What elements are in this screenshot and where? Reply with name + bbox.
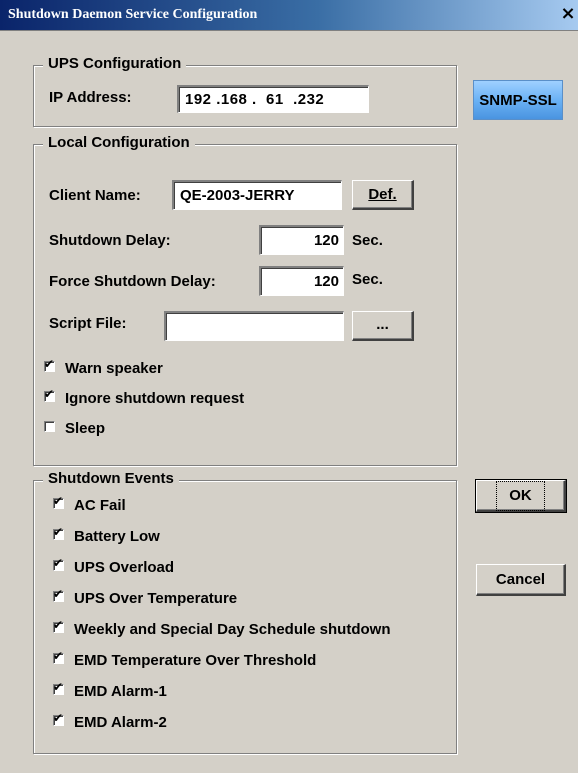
checkbox-box[interactable]: ✔ [53, 711, 64, 726]
ip-address-field[interactable]: 192 .168 . 61 .232 [177, 85, 369, 113]
checkmark-icon: ✔ [53, 618, 64, 632]
local-option-label: Ignore shutdown request [65, 390, 245, 407]
checkbox-box[interactable]: ✔ [53, 556, 64, 571]
shutdown-event-label: UPS Overload [74, 559, 175, 576]
checkmark-icon: ✔ [53, 494, 64, 508]
close-icon[interactable]: × [558, 4, 578, 24]
force-shutdown-delay-unit: Sec. [352, 271, 383, 288]
shutdown-event-label: UPS Over Temperature [74, 590, 238, 607]
local-option-label: Warn speaker [65, 360, 163, 377]
script-file-label: Script File: [49, 315, 127, 332]
cancel-button[interactable]: Cancel [476, 564, 566, 596]
shutdown-event-label: AC Fail [74, 497, 126, 514]
checkmark-icon: ✔ [53, 711, 64, 725]
def-button[interactable]: Def. [352, 180, 414, 210]
ups-configuration-legend: UPS Configuration [43, 55, 187, 72]
shutdown-event-label: EMD Temperature Over Threshold [74, 652, 317, 669]
checkmark-icon: ✔ [44, 357, 55, 371]
checkbox-box[interactable]: ✔ [53, 680, 64, 695]
checkbox-box[interactable]: ✔ [53, 494, 64, 509]
local-configuration-legend: Local Configuration [43, 134, 195, 151]
checkmark-icon: ✔ [44, 387, 55, 401]
shutdown-events-group [33, 480, 457, 754]
def-button-label: Def. [368, 186, 397, 203]
shutdown-event-label: EMD Alarm-2 [74, 714, 167, 731]
script-file-field[interactable] [164, 311, 344, 341]
shutdown-delay-unit: Sec. [352, 232, 383, 249]
title-bar: Shutdown Daemon Service Configuration × [0, 0, 578, 31]
checkbox-box[interactable]: ✔ [44, 357, 55, 372]
shutdown-event-label: Weekly and Special Day Schedule shutdown [74, 621, 391, 638]
client-name-field[interactable]: QE-2003-JERRY [172, 180, 342, 210]
client-name-label: Client Name: [49, 187, 141, 204]
shutdown-event-checkbox[interactable]: ✔ Battery Low [53, 525, 160, 545]
checkbox-box[interactable]: ✔ [53, 649, 64, 664]
shutdown-event-checkbox[interactable]: ✔ EMD Temperature Over Threshold [53, 649, 317, 669]
checkbox-box[interactable]: ✔ [53, 587, 64, 602]
shutdown-delay-field[interactable]: 120 [259, 225, 344, 255]
shutdown-events-legend: Shutdown Events [43, 470, 179, 487]
shutdown-event-checkbox[interactable]: ✔ UPS Overload [53, 556, 175, 576]
shutdown-event-checkbox[interactable]: ✔ EMD Alarm-1 [53, 680, 167, 700]
shutdown-event-label: Battery Low [74, 528, 160, 545]
shutdown-event-checkbox[interactable]: ✔ AC Fail [53, 494, 126, 514]
checkbox-box[interactable]: ✔ [44, 387, 55, 402]
checkmark-icon: ✔ [53, 525, 64, 539]
checkmark-icon: ✔ [53, 680, 64, 694]
checkmark-icon: ✔ [53, 587, 64, 601]
local-option-checkbox[interactable]: Sleep [44, 420, 105, 437]
local-option-label: Sleep [65, 420, 106, 437]
force-shutdown-delay-label: Force Shutdown Delay: [49, 273, 216, 290]
local-option-checkbox[interactable]: ✔ Warn speaker [44, 357, 163, 377]
snmp-ssl-button[interactable]: SNMP-SSL [473, 80, 563, 120]
local-option-checkbox[interactable]: ✔ Ignore shutdown request [44, 387, 245, 407]
checkbox-box[interactable]: ✔ [53, 525, 64, 540]
window-title: Shutdown Daemon Service Configuration [8, 7, 258, 22]
checkbox-box[interactable]: ✔ [53, 618, 64, 633]
shutdown-delay-label: Shutdown Delay: [49, 232, 171, 249]
checkbox-box[interactable] [44, 421, 55, 432]
checkmark-icon: ✔ [53, 556, 64, 570]
ok-button-label: OK [496, 481, 545, 511]
shutdown-event-checkbox[interactable]: ✔ Weekly and Special Day Schedule shutdow… [53, 618, 391, 638]
force-shutdown-delay-field[interactable]: 120 [259, 266, 344, 296]
browse-script-button[interactable]: ... [352, 311, 414, 341]
shutdown-event-label: EMD Alarm-1 [74, 683, 167, 700]
shutdown-event-checkbox[interactable]: ✔ UPS Over Temperature [53, 587, 238, 607]
checkmark-icon: ✔ [53, 649, 64, 663]
ok-button[interactable]: OK [475, 479, 567, 513]
shutdown-event-checkbox[interactable]: ✔ EMD Alarm-2 [53, 711, 167, 731]
ip-address-label: IP Address: [49, 89, 132, 106]
